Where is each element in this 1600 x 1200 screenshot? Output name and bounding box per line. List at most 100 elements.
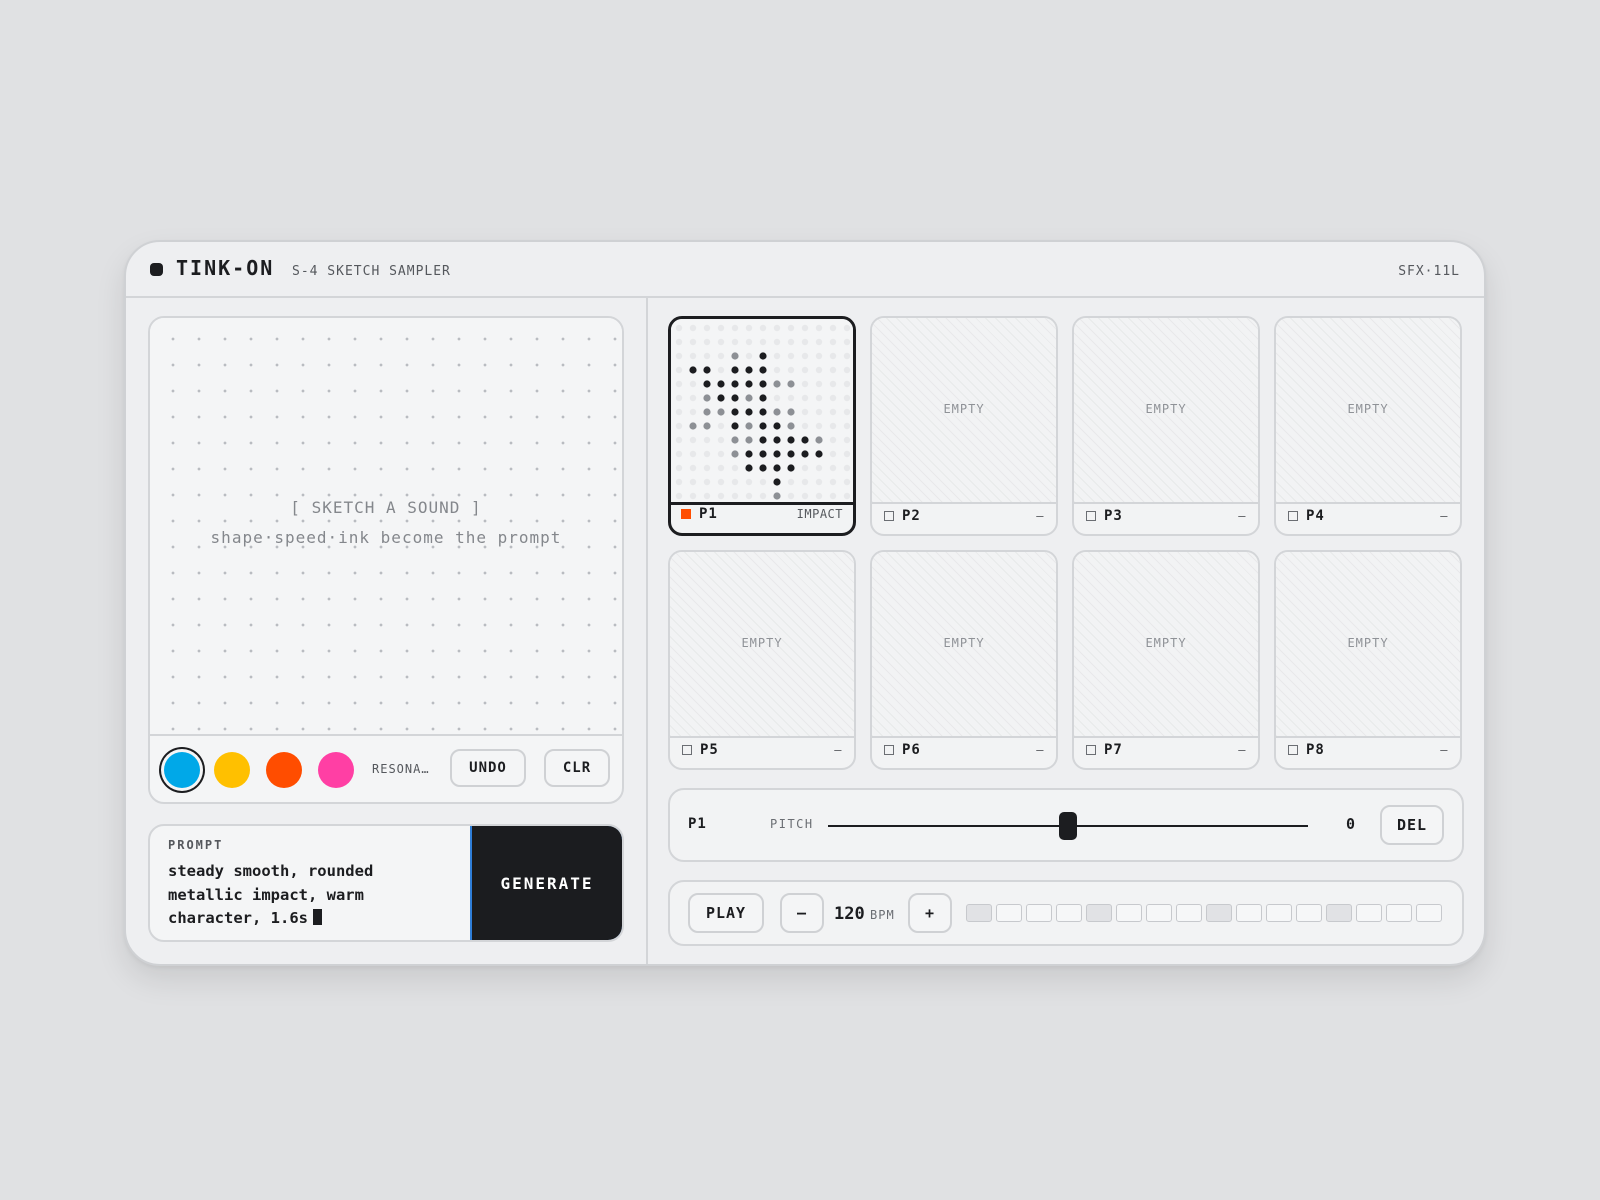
sequencer-step[interactable] — [1356, 904, 1382, 922]
waveform-dot — [843, 380, 851, 388]
pad-tag: – — [1440, 509, 1448, 523]
waveform-dot — [745, 450, 753, 458]
waveform-dot — [731, 352, 739, 360]
waveform-dot — [703, 408, 711, 416]
pad-id: P5 — [700, 742, 719, 758]
waveform-dot — [843, 352, 851, 360]
waveform-dot — [773, 436, 781, 444]
play-button[interactable]: PLAY — [688, 893, 764, 933]
sequencer-step[interactable] — [1206, 904, 1232, 922]
ink-swatch-pink[interactable] — [318, 752, 354, 788]
sequencer-step[interactable] — [1236, 904, 1262, 922]
waveform-dot — [759, 422, 767, 430]
clear-button[interactable]: CLR — [544, 749, 610, 787]
waveform-dot — [843, 394, 851, 402]
pad-id: P2 — [902, 508, 921, 524]
sequencer-step[interactable] — [1026, 904, 1052, 922]
waveform-dot — [759, 408, 767, 416]
waveform-dot — [773, 478, 781, 486]
waveform-dot — [703, 450, 711, 458]
undo-button[interactable]: UNDO — [450, 749, 526, 787]
sequencer-step[interactable] — [1176, 904, 1202, 922]
waveform-dot — [745, 408, 753, 416]
pad-p6[interactable]: EMPTY P6 – — [870, 550, 1058, 770]
waveform-dot — [801, 366, 809, 374]
waveform-dot — [815, 422, 823, 430]
sequencer-step[interactable] — [1386, 904, 1412, 922]
waveform-dot — [675, 338, 683, 346]
sequencer-step[interactable] — [966, 904, 992, 922]
waveform-dot — [787, 366, 795, 374]
pad-empty-area: EMPTY — [1074, 318, 1258, 504]
ink-swatch-orange[interactable] — [266, 752, 302, 788]
waveform-dot — [787, 394, 795, 402]
bpm-increase-button[interactable]: + — [908, 893, 952, 933]
logo-dot-icon — [150, 263, 163, 276]
sketch-canvas[interactable]: [ SKETCH A SOUND ] shape·speed·ink becom… — [150, 318, 622, 736]
pad-p7[interactable]: EMPTY P7 – — [1072, 550, 1260, 770]
prompt-input[interactable]: steady smooth, rounded metallic impact, … — [168, 860, 448, 931]
waveform-dot — [829, 352, 837, 360]
waveform-dot — [829, 436, 837, 444]
pad-tag: – — [1036, 509, 1044, 523]
waveform-dot — [787, 352, 795, 360]
waveform-dot — [843, 408, 851, 416]
waveform-dot — [801, 436, 809, 444]
waveform-dot — [815, 394, 823, 402]
pad-checkbox-icon — [1086, 745, 1096, 755]
pad-p3[interactable]: EMPTY P3 – — [1072, 316, 1260, 536]
sequencer-step[interactable] — [1266, 904, 1292, 922]
sequencer-step[interactable] — [1056, 904, 1082, 922]
waveform-dot — [843, 338, 851, 346]
ink-name-label: RESONA… — [372, 762, 430, 776]
sequencer-step[interactable] — [1326, 904, 1352, 922]
bpm-decrease-button[interactable]: – — [780, 893, 824, 933]
sequencer-step[interactable] — [1086, 904, 1112, 922]
waveform-dot — [703, 380, 711, 388]
waveform-dot — [829, 324, 837, 332]
pad-p5[interactable]: EMPTY P5 – — [668, 550, 856, 770]
pad-p1[interactable]: P1 IMPACT — [668, 316, 856, 536]
transport-panel: PLAY – 120 BPM + — [668, 880, 1464, 946]
generate-button[interactable]: GENERATE — [470, 826, 622, 940]
sequencer-step[interactable] — [1416, 904, 1442, 922]
waveform-dot — [689, 352, 697, 360]
pad-p4[interactable]: EMPTY P4 – — [1274, 316, 1462, 536]
waveform-dot — [745, 324, 753, 332]
bpm-value: 120 — [834, 904, 865, 924]
canvas-hint-subtitle: shape·speed·ink become the prompt — [210, 528, 562, 547]
waveform-dot — [675, 352, 683, 360]
waveform-dot — [703, 478, 711, 486]
waveform-dot — [731, 422, 739, 430]
sequencer-step[interactable] — [1296, 904, 1322, 922]
ink-swatch-yellow[interactable] — [214, 752, 250, 788]
pad-p2[interactable]: EMPTY P2 – — [870, 316, 1058, 536]
waveform-dot — [703, 338, 711, 346]
waveform-dot — [787, 478, 795, 486]
waveform-dot — [773, 352, 781, 360]
pitch-slider-thumb[interactable] — [1059, 812, 1077, 840]
waveform-dot — [745, 492, 753, 500]
pad-tag: – — [1440, 743, 1448, 757]
pad-p8[interactable]: EMPTY P8 – — [1274, 550, 1462, 770]
waveform-dot — [815, 408, 823, 416]
sequencer-step[interactable] — [996, 904, 1022, 922]
waveform-dot — [731, 338, 739, 346]
pad-id: P7 — [1104, 742, 1123, 758]
waveform-dot — [759, 366, 767, 374]
bpm-unit: BPM — [870, 908, 895, 922]
pad-checkbox-icon — [1086, 511, 1096, 521]
waveform-dot — [717, 352, 725, 360]
delete-button[interactable]: DEL — [1380, 805, 1444, 845]
waveform-dot — [801, 380, 809, 388]
waveform-dot — [759, 450, 767, 458]
sequencer-step[interactable] — [1116, 904, 1142, 922]
waveform-dot — [731, 436, 739, 444]
waveform-dot — [787, 436, 795, 444]
waveform-dot — [703, 352, 711, 360]
waveform-dot — [759, 338, 767, 346]
ink-swatch-cyan[interactable] — [164, 752, 200, 788]
waveform-dot — [815, 450, 823, 458]
sequencer-step[interactable] — [1146, 904, 1172, 922]
selected-pad-label: P1 — [688, 816, 707, 832]
